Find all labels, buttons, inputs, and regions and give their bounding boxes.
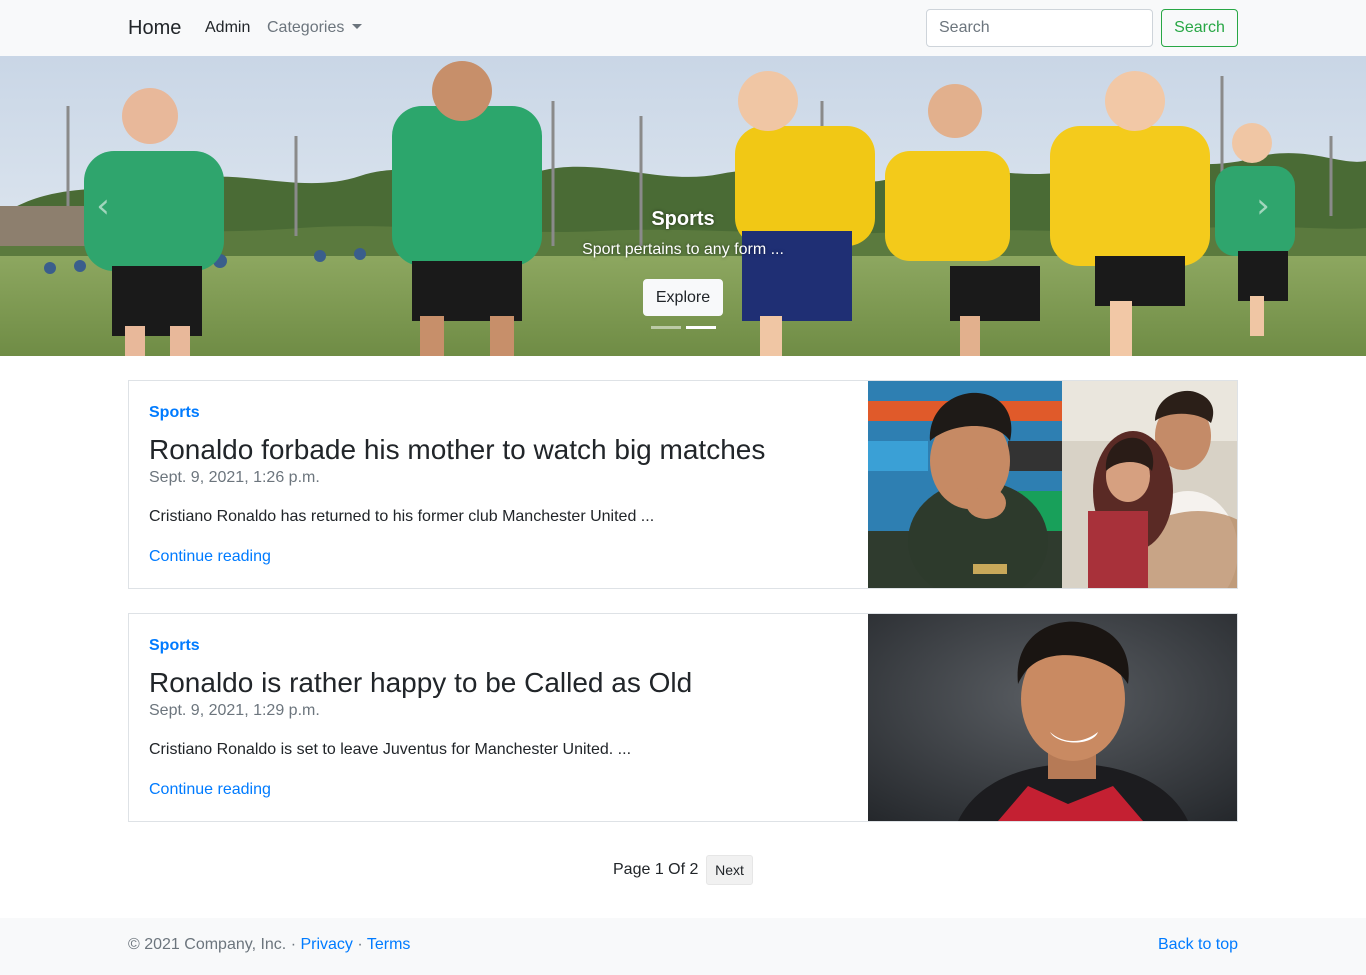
search-input[interactable] — [926, 9, 1153, 47]
post-category: Sports — [149, 637, 200, 654]
copyright-text: © 2021 Company, Inc. · — [128, 936, 297, 953]
terms-link[interactable]: Terms — [367, 936, 411, 953]
post-title: Ronaldo forbade his mother to watch big … — [149, 434, 766, 465]
footer-copyright: © 2021 Company, Inc. · Privacy · Terms — [128, 936, 410, 954]
post-excerpt: Cristiano Ronaldo is set to leave Juvent… — [149, 741, 632, 758]
post-card: Sports Ronaldo forbade his mother to wat… — [128, 380, 1238, 589]
search-button[interactable]: Search — [1161, 9, 1238, 47]
explore-button[interactable]: Explore — [643, 279, 723, 316]
hero-carousel: ‹ › Sports Sport pertains to any form ..… — [0, 56, 1366, 356]
carousel-indicator-1[interactable] — [651, 326, 681, 329]
footer-separator: · — [357, 936, 363, 953]
post-title: Ronaldo is rather happy to be Called as … — [149, 667, 693, 698]
carousel-caption-title: Sports — [651, 208, 715, 230]
brand-home-link[interactable]: Home — [128, 16, 181, 40]
nav-admin-link[interactable]: Admin — [205, 18, 250, 38]
carousel-caption-text: Sport pertains to any form ... — [582, 241, 784, 258]
carousel-indicator-2[interactable] — [686, 326, 716, 329]
post-thumbnail — [868, 381, 1237, 588]
next-page-button[interactable]: Next — [706, 855, 753, 885]
footer: © 2021 Company, Inc. · Privacy · Terms B… — [0, 918, 1366, 975]
caret-down-icon — [352, 24, 363, 29]
nav-categories-dropdown[interactable]: Categories — [267, 18, 363, 38]
continue-reading-link[interactable]: Continue reading — [149, 548, 271, 566]
post-thumbnail — [868, 614, 1237, 821]
back-to-top-link[interactable]: Back to top — [1158, 936, 1238, 954]
continue-reading-link[interactable]: Continue reading — [149, 781, 271, 799]
page-indicator: Page 1 Of 2 — [613, 861, 699, 878]
post-excerpt: Cristiano Ronaldo has returned to his fo… — [149, 508, 655, 525]
navbar: Home Admin Categories Search — [0, 0, 1366, 56]
post-date: Sept. 9, 2021, 1:26 p.m. — [149, 469, 320, 486]
post-date: Sept. 9, 2021, 1:29 p.m. — [149, 702, 320, 719]
privacy-link[interactable]: Privacy — [300, 936, 352, 953]
post-card: Sports Ronaldo is rather happy to be Cal… — [128, 613, 1238, 822]
post-category: Sports — [149, 404, 200, 421]
nav-categories-label: Categories — [267, 19, 345, 36]
